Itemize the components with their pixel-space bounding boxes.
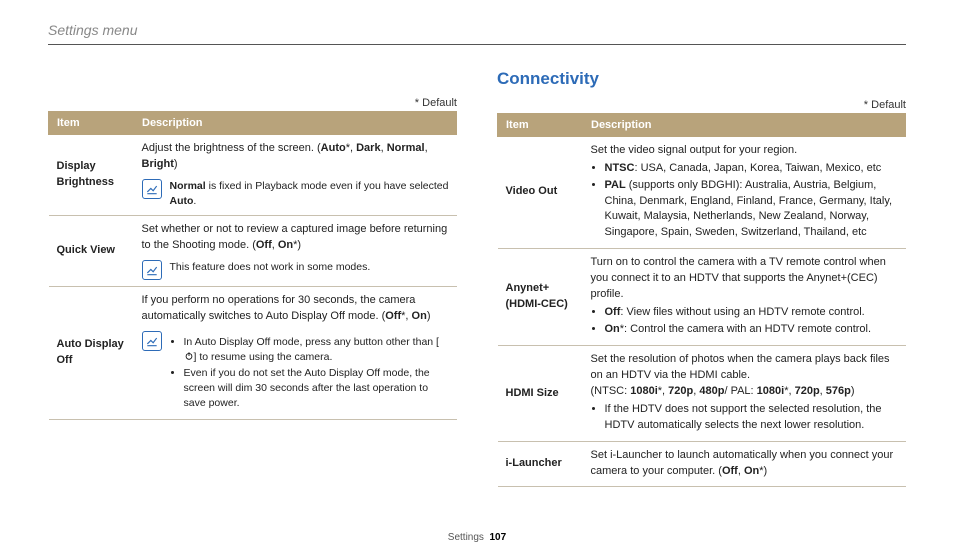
note-icon [142,260,162,280]
note: Normal is fixed in Playback mode even if… [142,179,449,209]
power-icon [184,351,194,361]
item-desc: Set i-Launcher to launch automatically w… [583,442,906,487]
col-item: Item [49,112,134,135]
default-note-right: * Default [497,99,906,111]
item-desc: Set the resolution of photos when the ca… [583,346,906,442]
item-label: Auto Display Off [49,287,134,419]
col-item: Item [498,114,583,137]
divider [48,44,906,45]
item-label: i-Launcher [498,442,583,487]
item-label: HDMI Size [498,346,583,442]
breadcrumb: Settings menu [48,22,906,38]
default-note-left: * Default [48,97,457,109]
item-label: Quick View [49,216,134,287]
row-display-brightness: Display Brightness Adjust the brightness… [49,135,457,216]
item-label: Display Brightness [49,135,134,216]
section-title: Connectivity [497,69,906,89]
note: In Auto Display Off mode, press any butt… [142,331,449,412]
settings-table-left: Item Description Display Brightness Adju… [48,111,457,420]
note-icon [142,179,162,199]
row-hdmi-size: HDMI Size Set the resolution of photos w… [498,346,906,442]
item-label: Video Out [498,137,583,249]
settings-table-right: Item Description Video Out Set the video… [497,113,906,487]
row-video-out: Video Out Set the video signal output fo… [498,137,906,249]
row-auto-display-off: Auto Display Off If you perform no opera… [49,287,457,419]
item-desc: Adjust the brightness of the screen. (Au… [134,135,457,216]
col-desc: Description [583,114,906,137]
item-desc: Set whether or not to review a captured … [134,216,457,287]
col-desc: Description [134,112,457,135]
content-columns: * Default Item Description Display Brigh… [48,69,906,487]
note-icon [142,331,162,351]
row-anynet: Anynet+ (HDMI-CEC) Turn on to control th… [498,248,906,346]
item-desc: If you perform no operations for 30 seco… [134,287,457,419]
row-quick-view: Quick View Set whether or not to review … [49,216,457,287]
page: Settings menu * Default Item Description… [0,0,954,497]
item-desc: Turn on to control the camera with a TV … [583,248,906,346]
item-label: Anynet+ (HDMI-CEC) [498,248,583,346]
left-column: * Default Item Description Display Brigh… [48,69,457,487]
page-footer: Settings 107 [0,532,954,543]
right-column: Connectivity * Default Item Description … [497,69,906,487]
row-ilauncher: i-Launcher Set i-Launcher to launch auto… [498,442,906,487]
item-desc: Set the video signal output for your reg… [583,137,906,249]
note: This feature does not work in some modes… [142,260,449,280]
